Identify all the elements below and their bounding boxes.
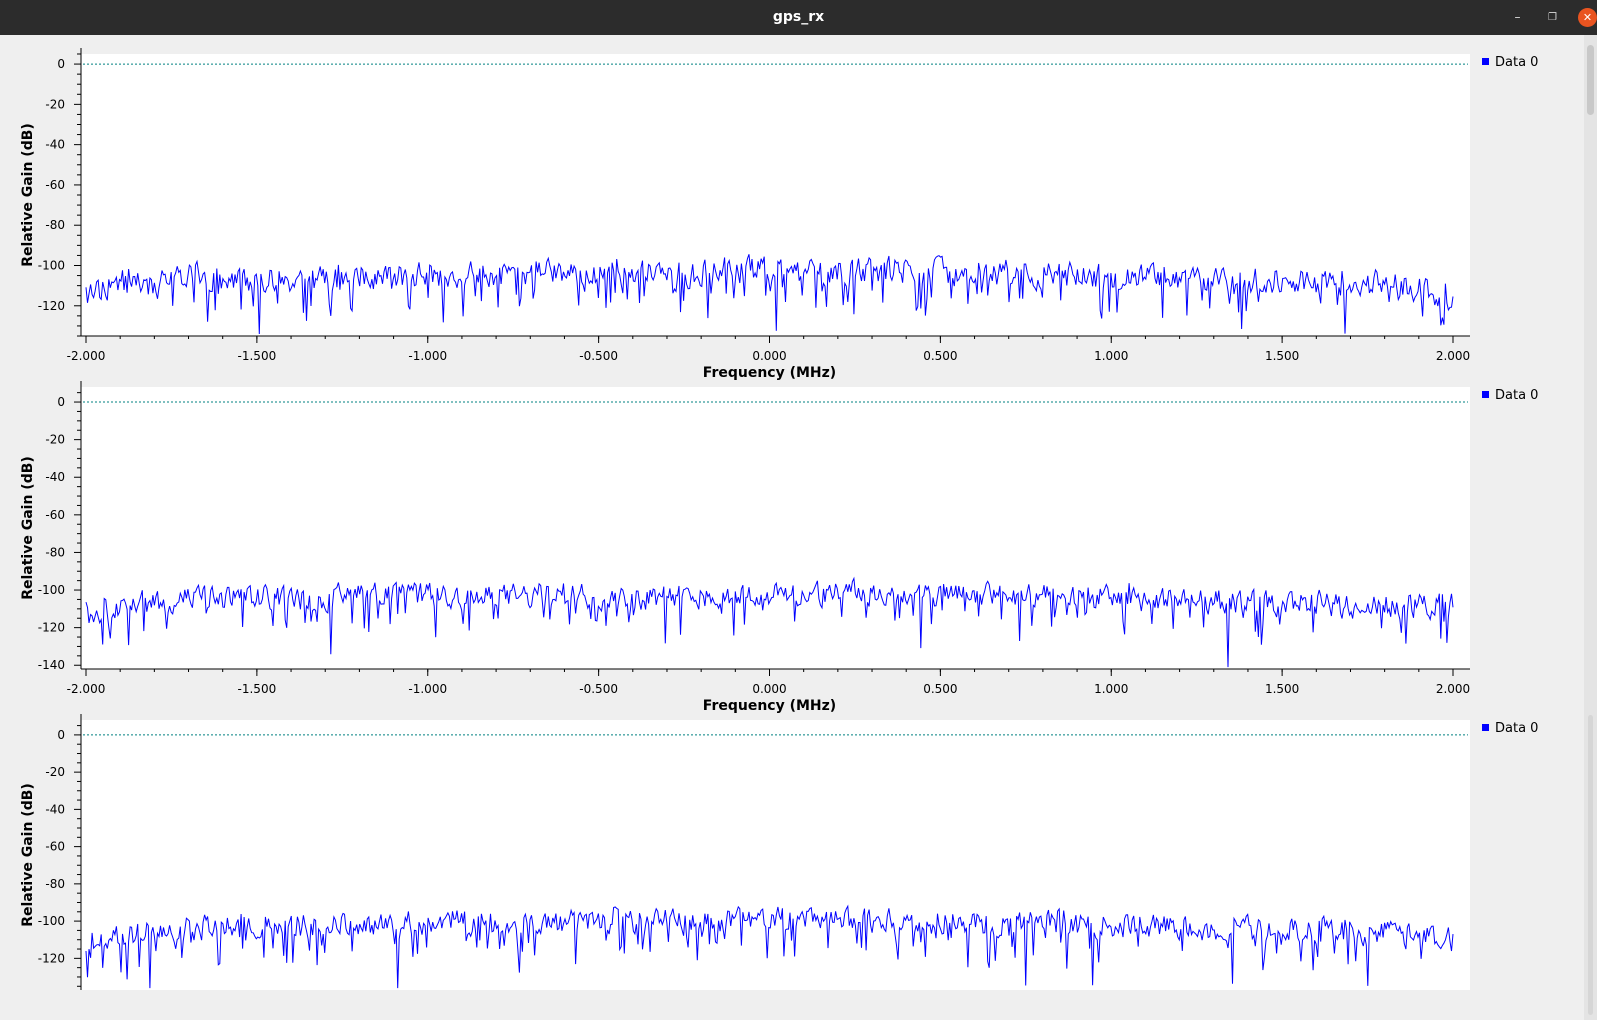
x-tick-label: 1.500	[1265, 349, 1299, 363]
y-tick-label: -40	[45, 802, 65, 816]
x-tick-label: 0.000	[752, 349, 786, 363]
legend-swatch	[1482, 724, 1489, 731]
x-tick-label: -1.000	[408, 682, 447, 696]
close-icon[interactable]: ✕	[1578, 8, 1597, 27]
x-tick-label: 0.500	[923, 349, 957, 363]
spectrum-plot-1: 0 -20 -40 -60 -80 -100 -120 Relative Gain (dB) -…	[20, 48, 1538, 381]
y-tick-label: -100	[38, 914, 65, 928]
minimize-icon[interactable]: –	[1508, 8, 1527, 27]
x-tick-label: 0.000	[752, 682, 786, 696]
scrollbar-track-segment	[1588, 715, 1593, 1015]
plot-canvas	[81, 387, 1470, 669]
legend-label: Data 0	[1495, 721, 1538, 736]
y-tick-label: -100	[38, 259, 65, 273]
vertical-scrollbar[interactable]	[1584, 35, 1597, 1020]
y-tick-label: -60	[45, 840, 65, 854]
y-tick-label: 0	[57, 57, 65, 71]
y-tick-label: -120	[38, 299, 65, 313]
x-tick-label: -1.500	[238, 682, 277, 696]
x-tick-label: -2.000	[67, 682, 106, 696]
spectrum-plot-3: 0 -20 -40 -60 -80 -100 -120 Relative Gain (dB) D…	[20, 714, 1538, 990]
y-tick-label: -140	[38, 658, 65, 672]
spectrum-plot-2: 0 -20 -40 -60 -80 -100 -120 -140 Relative Gain (…	[20, 381, 1538, 714]
y-axis-label: Relative Gain (dB)	[20, 456, 36, 600]
x-tick-label: 2.000	[1436, 349, 1470, 363]
x-axis-label: Frequency (MHz)	[703, 698, 836, 714]
y-tick-label: 0	[57, 728, 65, 742]
x-axis-label: Frequency (MHz)	[703, 365, 836, 381]
scrollbar-thumb[interactable]	[1587, 45, 1594, 115]
x-tick-label: 1.000	[1094, 682, 1128, 696]
y-tick-label: 0	[57, 395, 65, 409]
y-tick-label: -100	[38, 583, 65, 597]
legend-label: Data 0	[1495, 55, 1538, 70]
x-tick-label: 1.500	[1265, 682, 1299, 696]
x-tick-label: -0.500	[579, 682, 618, 696]
y-axis-label: Relative Gain (dB)	[20, 783, 36, 927]
y-tick-label: -20	[45, 97, 65, 111]
y-tick-label: -20	[45, 765, 65, 779]
y-tick-label: -80	[45, 545, 65, 559]
y-tick-label: -20	[45, 433, 65, 447]
x-tick-label: 2.000	[1436, 682, 1470, 696]
y-tick-label: -60	[45, 178, 65, 192]
y-tick-label: -80	[45, 877, 65, 891]
y-tick-label: -120	[38, 621, 65, 635]
legend-label: Data 0	[1495, 388, 1538, 403]
legend-swatch	[1482, 391, 1489, 398]
x-tick-label: 1.000	[1094, 349, 1128, 363]
y-tick-label: -40	[45, 138, 65, 152]
legend-swatch	[1482, 58, 1489, 65]
x-tick-label: 0.500	[923, 682, 957, 696]
x-tick-label: -1.000	[408, 349, 447, 363]
plot-area: 0-20-40-60-80-100-120Relative Gain (dB)-…	[20, 48, 1538, 990]
window-title: gps_rx	[772, 9, 825, 25]
y-axis-label: Relative Gain (dB)	[20, 123, 36, 267]
y-tick-label: -120	[38, 951, 65, 965]
title-bar: gps_rx – ❐ ✕	[0, 0, 1597, 35]
maximize-icon[interactable]: ❐	[1543, 8, 1562, 27]
y-tick-label: -60	[45, 508, 65, 522]
y-tick-label: -40	[45, 470, 65, 484]
x-tick-label: -1.500	[238, 349, 277, 363]
y-tick-label: -80	[45, 218, 65, 232]
x-tick-label: -0.500	[579, 349, 618, 363]
x-tick-label: -2.000	[67, 349, 106, 363]
